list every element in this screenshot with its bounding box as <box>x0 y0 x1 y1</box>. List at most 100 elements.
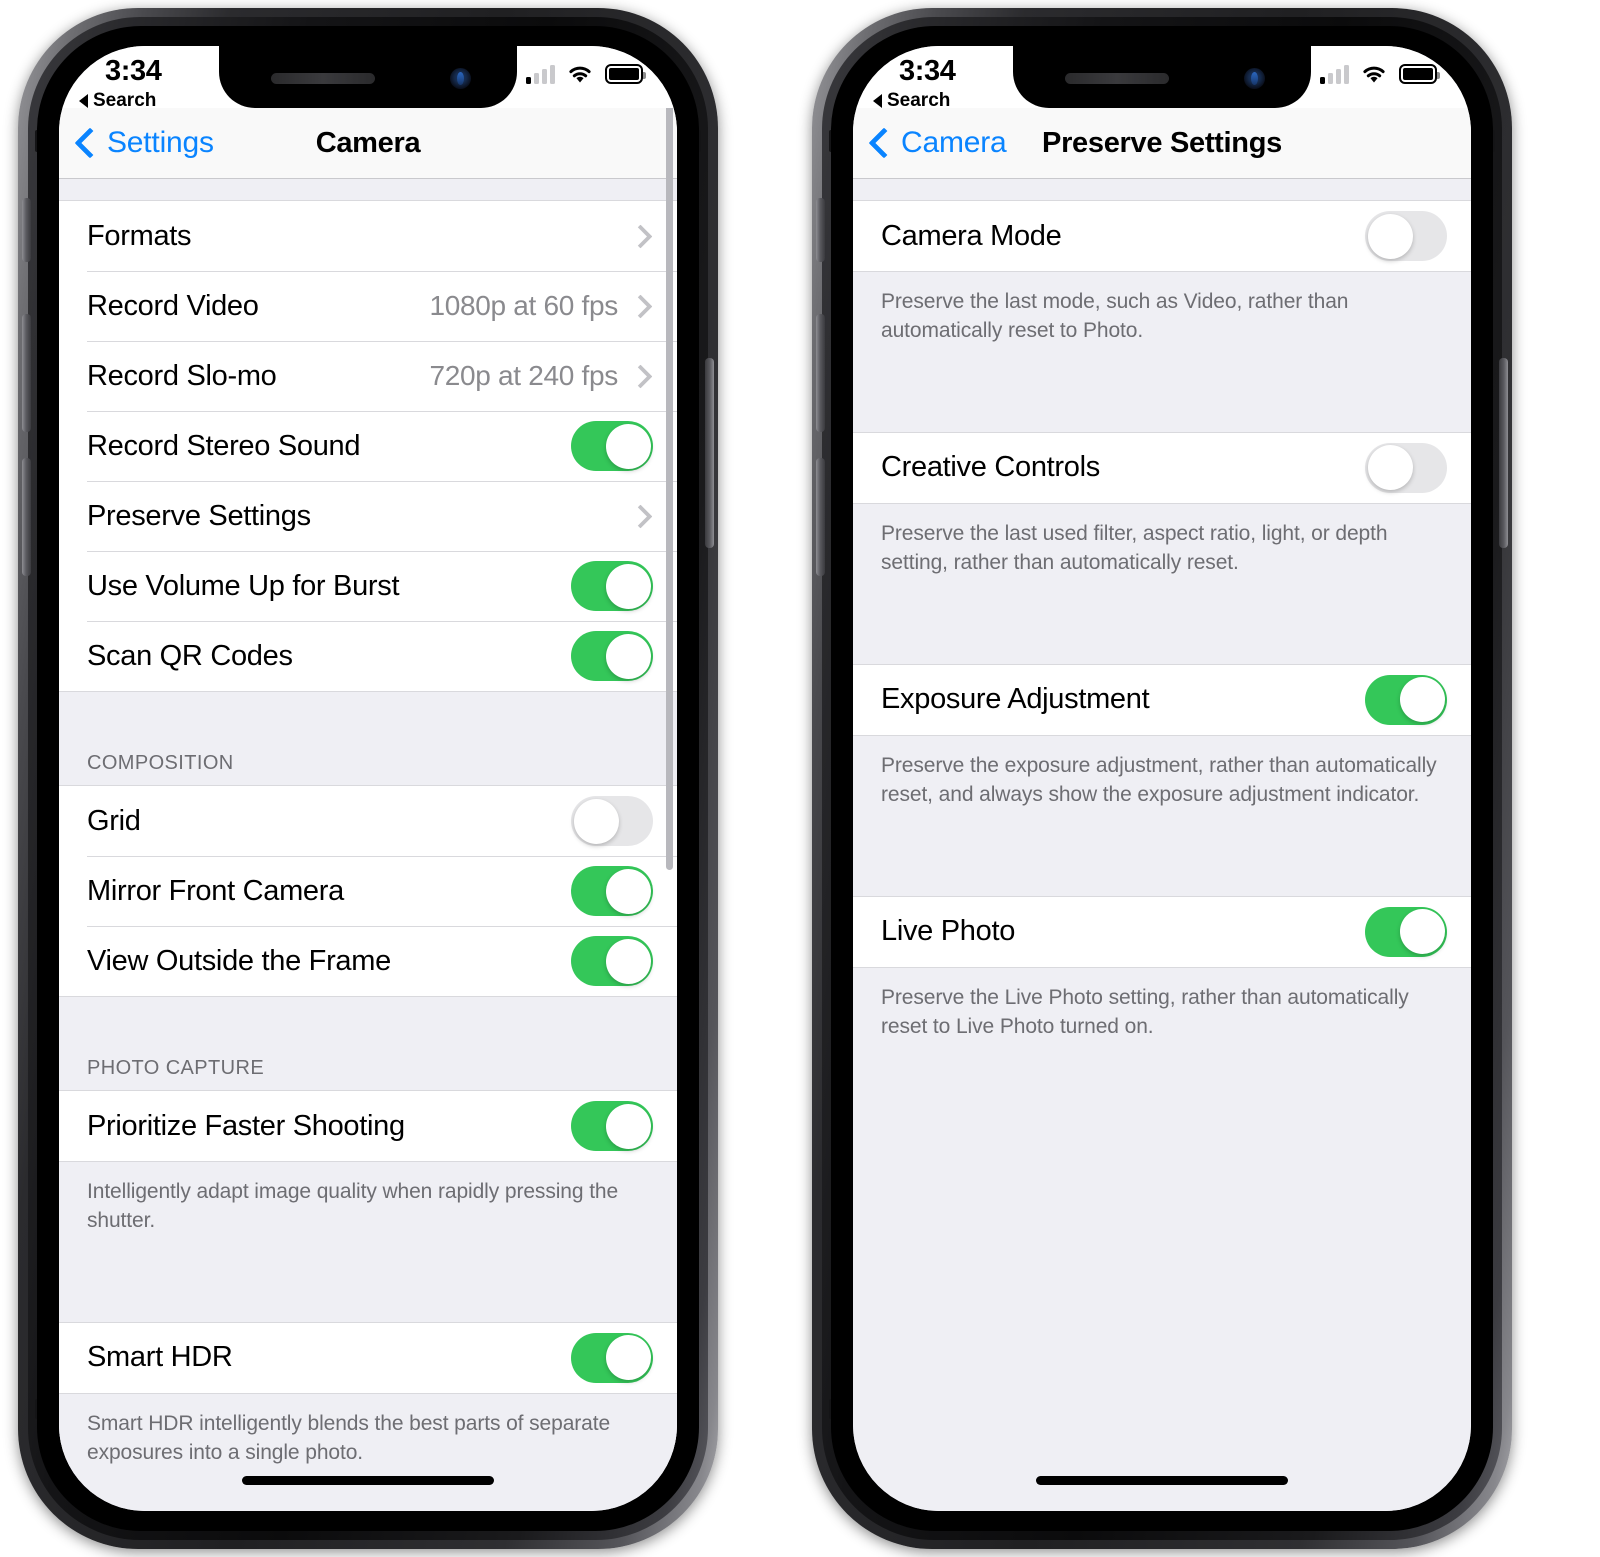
home-indicator[interactable] <box>242 1476 494 1485</box>
settings-row[interactable]: Formats <box>59 201 677 271</box>
nav-bar-left: Settings Camera <box>59 108 677 179</box>
row-label: Exposure Adjustment <box>881 683 1150 716</box>
section-footer: Preserve the exposure adjustment, rather… <box>853 735 1471 836</box>
toggle-knob <box>605 868 651 914</box>
back-button-settings[interactable]: Settings <box>74 126 214 160</box>
settings-row[interactable]: Exposure Adjustment <box>853 664 1471 735</box>
row-label: Camera Mode <box>881 219 1062 252</box>
iphone-right: 3:34 Search Camera Preserve Settings Cam… <box>812 8 1512 1549</box>
volume-down-button[interactable] <box>816 458 825 576</box>
front-camera-icon <box>450 68 471 89</box>
settings-row[interactable]: Mirror Front Camera <box>59 856 677 926</box>
settings-row[interactable]: Record Video 1080p at 60 fps <box>59 271 677 341</box>
cellular-bars-icon <box>526 64 555 84</box>
clock-time: 3:34 <box>899 55 956 87</box>
row-label: Record Slo-mo <box>87 359 277 392</box>
toggle-switch[interactable] <box>571 796 653 846</box>
settings-row[interactable]: Grid <box>59 786 677 856</box>
back-to-search-link[interactable]: Search <box>873 90 950 112</box>
iphone-left: 3:34 Search Settings Camera Formats Reco… <box>18 8 718 1549</box>
battery-full-icon <box>605 64 646 84</box>
section-gap <box>853 371 1471 432</box>
chevron-left-icon <box>868 127 900 159</box>
toggle-switch[interactable] <box>571 866 653 916</box>
row-label: Grid <box>87 804 141 837</box>
toggle-switch[interactable] <box>571 1332 653 1383</box>
toggle-switch[interactable] <box>1365 442 1447 493</box>
notch <box>219 46 517 108</box>
toggle-switch[interactable] <box>571 631 653 681</box>
settings-row[interactable]: Prioritize Faster Shooting <box>59 1091 677 1161</box>
back-triangle-icon <box>79 94 88 108</box>
section-footer: Preserve the last mode, such as Video, r… <box>853 272 1471 372</box>
toggle-switch[interactable] <box>1365 906 1447 957</box>
settings-list-left[interactable]: Formats Record Video 1080p at 60 fps Record… <box>59 178 677 1511</box>
chevron-right-icon <box>628 223 653 249</box>
row-label: Creative Controls <box>881 451 1100 484</box>
row-label: Record Video <box>87 289 259 322</box>
section-gap <box>59 1261 677 1322</box>
toggle-knob <box>605 1103 651 1149</box>
settings-list-right[interactable]: Camera Mode Preserve the last mode, such … <box>853 178 1471 1511</box>
row-label: Formats <box>87 219 192 252</box>
back-to-search-link[interactable]: Search <box>79 90 156 112</box>
settings-row[interactable]: Live Photo <box>853 896 1471 967</box>
status-indicators <box>526 63 646 84</box>
section-gap <box>59 997 677 1057</box>
section-gap <box>59 692 677 752</box>
toggle-knob <box>1367 213 1413 259</box>
settings-row[interactable]: Scan QR Codes <box>59 621 677 691</box>
toggle-switch[interactable] <box>571 936 653 986</box>
volume-up-button[interactable] <box>22 314 31 432</box>
row-label: Record Stereo Sound <box>87 429 361 462</box>
toggle-knob <box>605 1335 651 1381</box>
back-button-label: Settings <box>107 126 214 159</box>
section-footer: Intelligently adapt image quality when r… <box>59 1162 677 1262</box>
status-clock: 3:34 <box>105 55 169 88</box>
toggle-switch[interactable] <box>571 561 653 611</box>
settings-row[interactable]: Creative Controls <box>853 432 1471 503</box>
chevron-right-icon <box>628 503 653 529</box>
row-label: Mirror Front Camera <box>87 874 344 907</box>
toggle-switch[interactable] <box>1365 211 1447 261</box>
toggle-switch[interactable] <box>1365 674 1447 725</box>
home-indicator[interactable] <box>1036 1476 1288 1485</box>
toggle-knob <box>605 423 651 469</box>
row-label: Use Volume Up for Burst <box>87 569 400 602</box>
row-label: Live Photo <box>881 915 1016 948</box>
silent-switch-button[interactable] <box>816 198 825 262</box>
toggle-knob <box>1367 445 1413 491</box>
clock-time: 3:34 <box>105 55 162 87</box>
side-power-button[interactable] <box>1499 358 1508 548</box>
section-footer: Preserve the last used filter, aspect ra… <box>853 503 1471 604</box>
volume-up-button[interactable] <box>816 314 825 432</box>
chevron-left-icon <box>74 127 106 159</box>
scroll-indicator[interactable] <box>666 80 673 870</box>
back-button-label: Camera <box>901 126 1007 159</box>
silent-switch-button[interactable] <box>22 198 31 262</box>
volume-down-button[interactable] <box>22 458 31 576</box>
settings-row[interactable]: Camera Mode <box>853 201 1471 271</box>
settings-row[interactable]: Preserve Settings <box>59 481 677 551</box>
battery-full-icon <box>1399 64 1440 84</box>
section-gap <box>853 603 1471 664</box>
earpiece-speaker-icon <box>271 73 375 84</box>
settings-row[interactable]: Record Slo-mo 720p at 240 fps <box>59 341 677 411</box>
settings-group: Grid Mirror Front Camera View Outside the … <box>59 786 677 996</box>
toggle-switch[interactable] <box>571 1101 653 1151</box>
row-label: Smart HDR <box>87 1341 233 1374</box>
wifi-icon <box>569 66 591 83</box>
row-label: View Outside the Frame <box>87 944 391 977</box>
settings-group: Exposure Adjustment <box>853 664 1471 735</box>
screen-right: 3:34 Search Camera Preserve Settings Cam… <box>853 46 1471 1511</box>
chevron-right-icon <box>628 363 653 389</box>
settings-row[interactable]: Smart HDR <box>59 1322 677 1393</box>
notch <box>1013 46 1311 108</box>
back-button-camera[interactable]: Camera <box>868 126 1007 160</box>
settings-row[interactable]: View Outside the Frame <box>59 926 677 996</box>
toggle-switch[interactable] <box>571 421 653 471</box>
section-header: COMPOSITION <box>59 752 677 785</box>
settings-row[interactable]: Use Volume Up for Burst <box>59 551 677 621</box>
settings-row[interactable]: Record Stereo Sound <box>59 411 677 481</box>
side-power-button[interactable] <box>705 358 714 548</box>
